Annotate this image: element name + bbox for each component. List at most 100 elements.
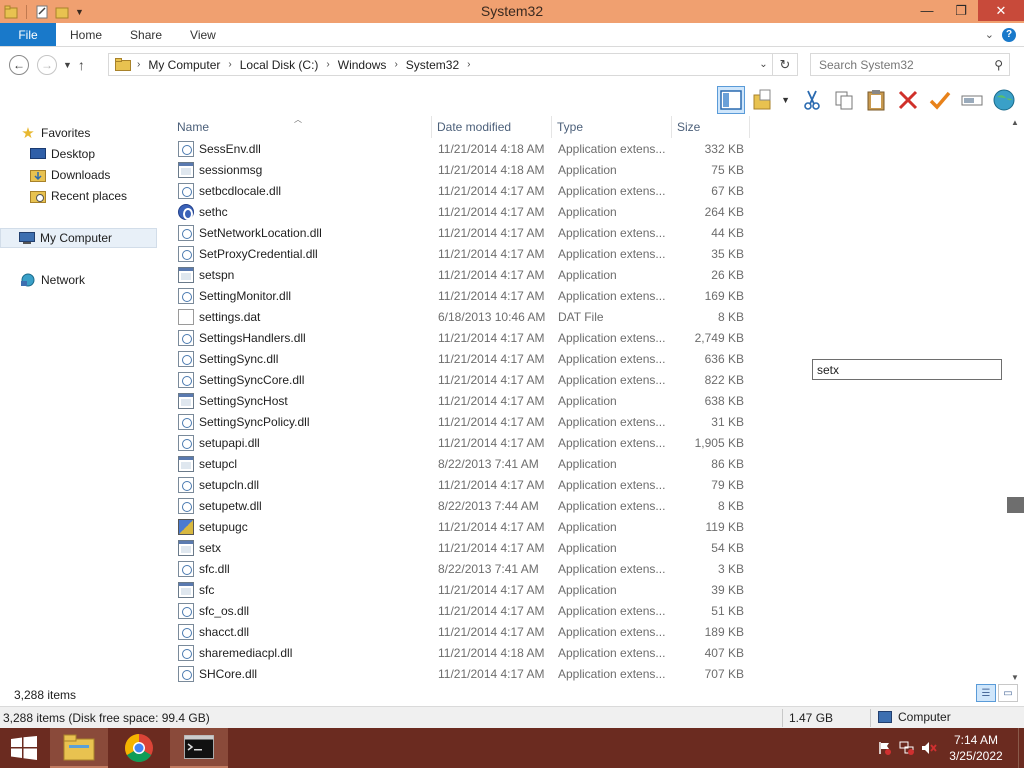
table-row[interactable]: SessEnv.dll 11/21/2014 4:18 AM Application… [172,138,752,159]
chevron-right-icon[interactable]: › [467,59,470,70]
breadcrumb-windows[interactable]: Windows [338,58,387,72]
table-row[interactable]: setupapi.dll 11/21/2014 4:17 AM Applicatio… [172,432,752,453]
globe-button[interactable] [990,86,1018,114]
breadcrumb-system32[interactable]: System32 [406,58,459,72]
tab-file[interactable]: File [0,23,56,46]
minimize-button[interactable]: — [910,0,944,21]
table-row[interactable]: sethc 11/21/2014 4:17 AM Application 264 KB [172,201,752,222]
address-bar[interactable]: › My Computer › Local Disk (C:) › Window… [108,53,798,76]
recent-locations-icon[interactable]: ▼ [63,60,72,70]
preview-pane-button[interactable] [717,85,746,114]
breadcrumb-my-computer[interactable]: My Computer [148,58,220,72]
table-row[interactable]: sfc.dll 8/22/2013 7:41 AM Application exte… [172,558,752,579]
nav-desktop[interactable]: Desktop [30,144,95,164]
type-cell: Application extens... [558,414,666,429]
new-folder-button[interactable] [749,86,777,114]
system-clock[interactable]: 7:14 AM 3/25/2022 [940,732,1012,764]
column-type[interactable]: Type [552,116,672,138]
table-row[interactable]: shacct.dll 11/21/2014 4:17 AM Application … [172,621,752,642]
tab-home[interactable]: Home [56,23,116,46]
back-button[interactable]: ← [9,55,29,75]
cut-button[interactable] [798,86,826,114]
paste-button[interactable] [862,86,890,114]
table-row[interactable]: setspn 11/21/2014 4:17 AM Application 26 KB [172,264,752,285]
table-row[interactable]: SettingSync.dll 11/21/2014 4:17 AM Applica… [172,348,752,369]
nav-recent-places[interactable]: Recent places [30,186,127,206]
forward-button[interactable]: → [37,55,57,75]
maximize-button[interactable]: ❐ [944,0,978,21]
file-list: ︿ Name Date modified Type Size SessEnv.d… [172,115,752,684]
status-detail: 3,288 items (Disk free space: 99.4 GB) [3,711,210,725]
start-button[interactable] [0,728,48,768]
large-icons-view-button[interactable]: ▭ [998,684,1018,702]
taskbar-file-explorer[interactable] [50,728,108,768]
column-name[interactable]: ︿ Name [172,115,432,138]
properties-button[interactable] [926,86,954,114]
nav-network[interactable]: Network [20,270,85,290]
floating-text-box[interactable]: setx [812,359,1002,380]
table-row[interactable]: sessionmsg 11/21/2014 4:18 AM Application 7… [172,159,752,180]
search-icon[interactable]: ⚲ [994,58,1003,72]
action-center-flag-icon[interactable] [874,728,896,768]
date-modified-cell: 6/18/2013 10:46 AM [438,309,546,324]
table-row[interactable]: SettingSyncCore.dll 11/21/2014 4:17 AM App… [172,369,752,390]
network-status-icon[interactable] [896,728,918,768]
table-row[interactable]: SetProxyCredential.dll 11/21/2014 4:17 AM… [172,243,752,264]
table-row[interactable]: SHCore.dll 11/21/2014 4:17 AM Application … [172,663,752,684]
table-row[interactable]: sfc 11/21/2014 4:17 AM Application 39 KB [172,579,752,600]
vertical-scrollbar[interactable]: ▲ ▼ [1007,116,1024,684]
breadcrumb-local-disk[interactable]: Local Disk (C:) [240,58,319,72]
file-rows: SessEnv.dll 11/21/2014 4:18 AM Application… [172,138,752,684]
taskbar-chrome[interactable] [110,728,168,768]
refresh-icon[interactable]: ↻ [773,57,797,73]
delete-button[interactable] [894,86,922,114]
address-dropdown-icon[interactable]: ⌄ [755,54,773,75]
nav-favorites[interactable]: ★ Favorites [20,123,90,143]
search-input[interactable]: Search System32 ⚲ [810,53,1010,76]
table-row[interactable]: SettingSyncHost 11/21/2014 4:17 AM Applica… [172,390,752,411]
table-row[interactable]: SettingMonitor.dll 11/21/2014 4:17 AM Appl… [172,285,752,306]
chevron-right-icon[interactable]: › [394,59,397,70]
up-arrow-icon[interactable]: ↑ [78,57,85,73]
windows-logo-icon [11,736,37,760]
table-row[interactable]: setbcdlocale.dll 11/21/2014 4:17 AM Applic… [172,180,752,201]
chevron-right-icon[interactable]: › [326,59,329,70]
volume-muted-icon[interactable] [918,728,940,768]
table-row[interactable]: setx 11/21/2014 4:17 AM Application 54 KB [172,537,752,558]
nav-my-computer[interactable]: My Computer [0,228,157,248]
table-row[interactable]: SetNetworkLocation.dll 11/21/2014 4:17 AM… [172,222,752,243]
help-icon[interactable]: ? [1002,27,1016,42]
table-row[interactable]: setupugc 11/21/2014 4:17 AM Application 119… [172,516,752,537]
file-name-cell: SessEnv.dll [172,140,432,157]
copy-button[interactable] [830,86,858,114]
date-modified-cell: 11/21/2014 4:17 AM [438,225,545,240]
close-button[interactable]: ✕ [978,0,1024,21]
scroll-up-icon[interactable]: ▲ [1011,118,1019,127]
table-row[interactable]: SettingSyncPolicy.dll 11/21/2014 4:17 AM A… [172,411,752,432]
table-row[interactable]: settings.dat 6/18/2013 10:46 AM DAT File 8 … [172,306,752,327]
scrollbar-thumb[interactable] [1007,497,1024,513]
taskbar-command-prompt[interactable] [170,728,228,768]
column-date-modified[interactable]: Date modified [432,116,552,138]
table-row[interactable]: setupetw.dll 8/22/2013 7:44 AM Application… [172,495,752,516]
tab-view[interactable]: View [176,23,230,46]
column-size[interactable]: Size [672,116,750,138]
dll-file-icon [178,476,194,493]
table-row[interactable]: sfc_os.dll 11/21/2014 4:17 AM Application … [172,600,752,621]
table-row[interactable]: SettingsHandlers.dll 11/21/2014 4:17 AM Ap… [172,327,752,348]
expand-ribbon-icon[interactable]: ⌄ [985,28,994,41]
details-view-button[interactable]: ☰ [976,684,996,702]
tab-share[interactable]: Share [116,23,176,46]
date-modified-cell: 11/21/2014 4:17 AM [438,477,545,492]
rename-button[interactable] [958,86,986,114]
chevron-right-icon[interactable]: › [228,59,231,70]
show-desktop-button[interactable] [1018,728,1024,768]
scroll-down-icon[interactable]: ▼ [1011,673,1019,682]
table-row[interactable]: setupcln.dll 11/21/2014 4:17 AM Applicatio… [172,474,752,495]
table-row[interactable]: sharemediacpl.dll 11/21/2014 4:18 AM Appli… [172,642,752,663]
table-row[interactable]: setupcl 8/22/2013 7:41 AM Application 86 KB [172,453,752,474]
command-prompt-icon [184,735,214,759]
chevron-down-icon[interactable]: ▼ [781,95,790,105]
chevron-right-icon[interactable]: › [137,59,140,70]
nav-downloads[interactable]: Downloads [30,165,110,185]
